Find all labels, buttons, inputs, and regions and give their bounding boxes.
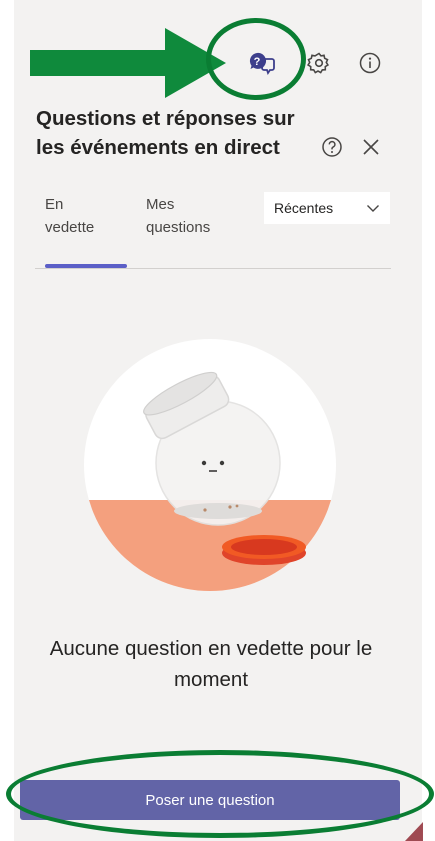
tab-my-questions[interactable]: Mes questions [146,193,236,239]
sort-dropdown[interactable]: Récentes [264,192,390,224]
close-icon [363,139,379,155]
info-button[interactable] [358,51,382,75]
sort-selected-value: Récentes [274,200,334,216]
help-button[interactable] [320,135,344,159]
resize-corner-icon [405,822,423,841]
info-icon [359,52,381,74]
panel-title: Questions et réponses sur les événements… [36,107,295,159]
empty-state-message: Aucune question en vedette pour le momen… [49,637,373,691]
tab-my-questions-label: Mes questions [146,196,211,236]
annotation-circle-ask [6,750,434,838]
annotation-arrow [30,28,226,98]
gear-icon [306,52,330,74]
annotation-circle-qa [206,18,306,100]
tab-divider [35,268,391,269]
empty-jar-illustration [84,339,336,591]
tab-featured-label: En vedette [45,196,95,236]
settings-button[interactable] [306,50,332,76]
close-button[interactable] [360,136,382,158]
chevron-down-icon [367,205,379,212]
help-icon [322,137,342,157]
tab-featured[interactable]: En vedette [45,193,105,239]
